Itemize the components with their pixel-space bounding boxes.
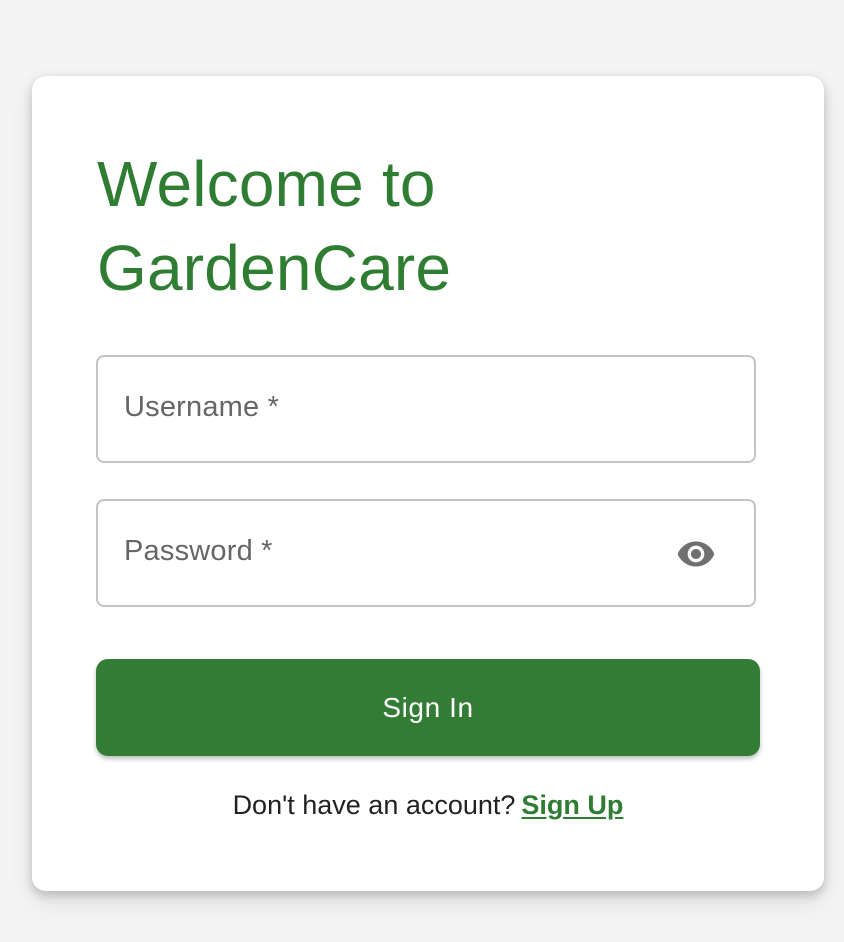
- sign-up-link[interactable]: Sign Up: [521, 790, 623, 820]
- signup-prompt-text: Don't have an account?: [232, 790, 516, 820]
- toggle-password-visibility-button[interactable]: [676, 534, 716, 574]
- username-field[interactable]: Username *: [96, 355, 756, 463]
- password-label: Password *: [124, 535, 273, 567]
- signup-prompt: Don't have an account? Sign Up: [32, 790, 824, 821]
- username-label: Username *: [124, 391, 280, 423]
- login-card: Welcome to GardenCare Username * Passwor…: [32, 76, 824, 891]
- eye-icon: [677, 541, 715, 567]
- sign-in-button[interactable]: Sign In: [96, 659, 760, 756]
- password-field[interactable]: Password *: [96, 499, 756, 607]
- page-title: Welcome to GardenCare: [97, 148, 452, 304]
